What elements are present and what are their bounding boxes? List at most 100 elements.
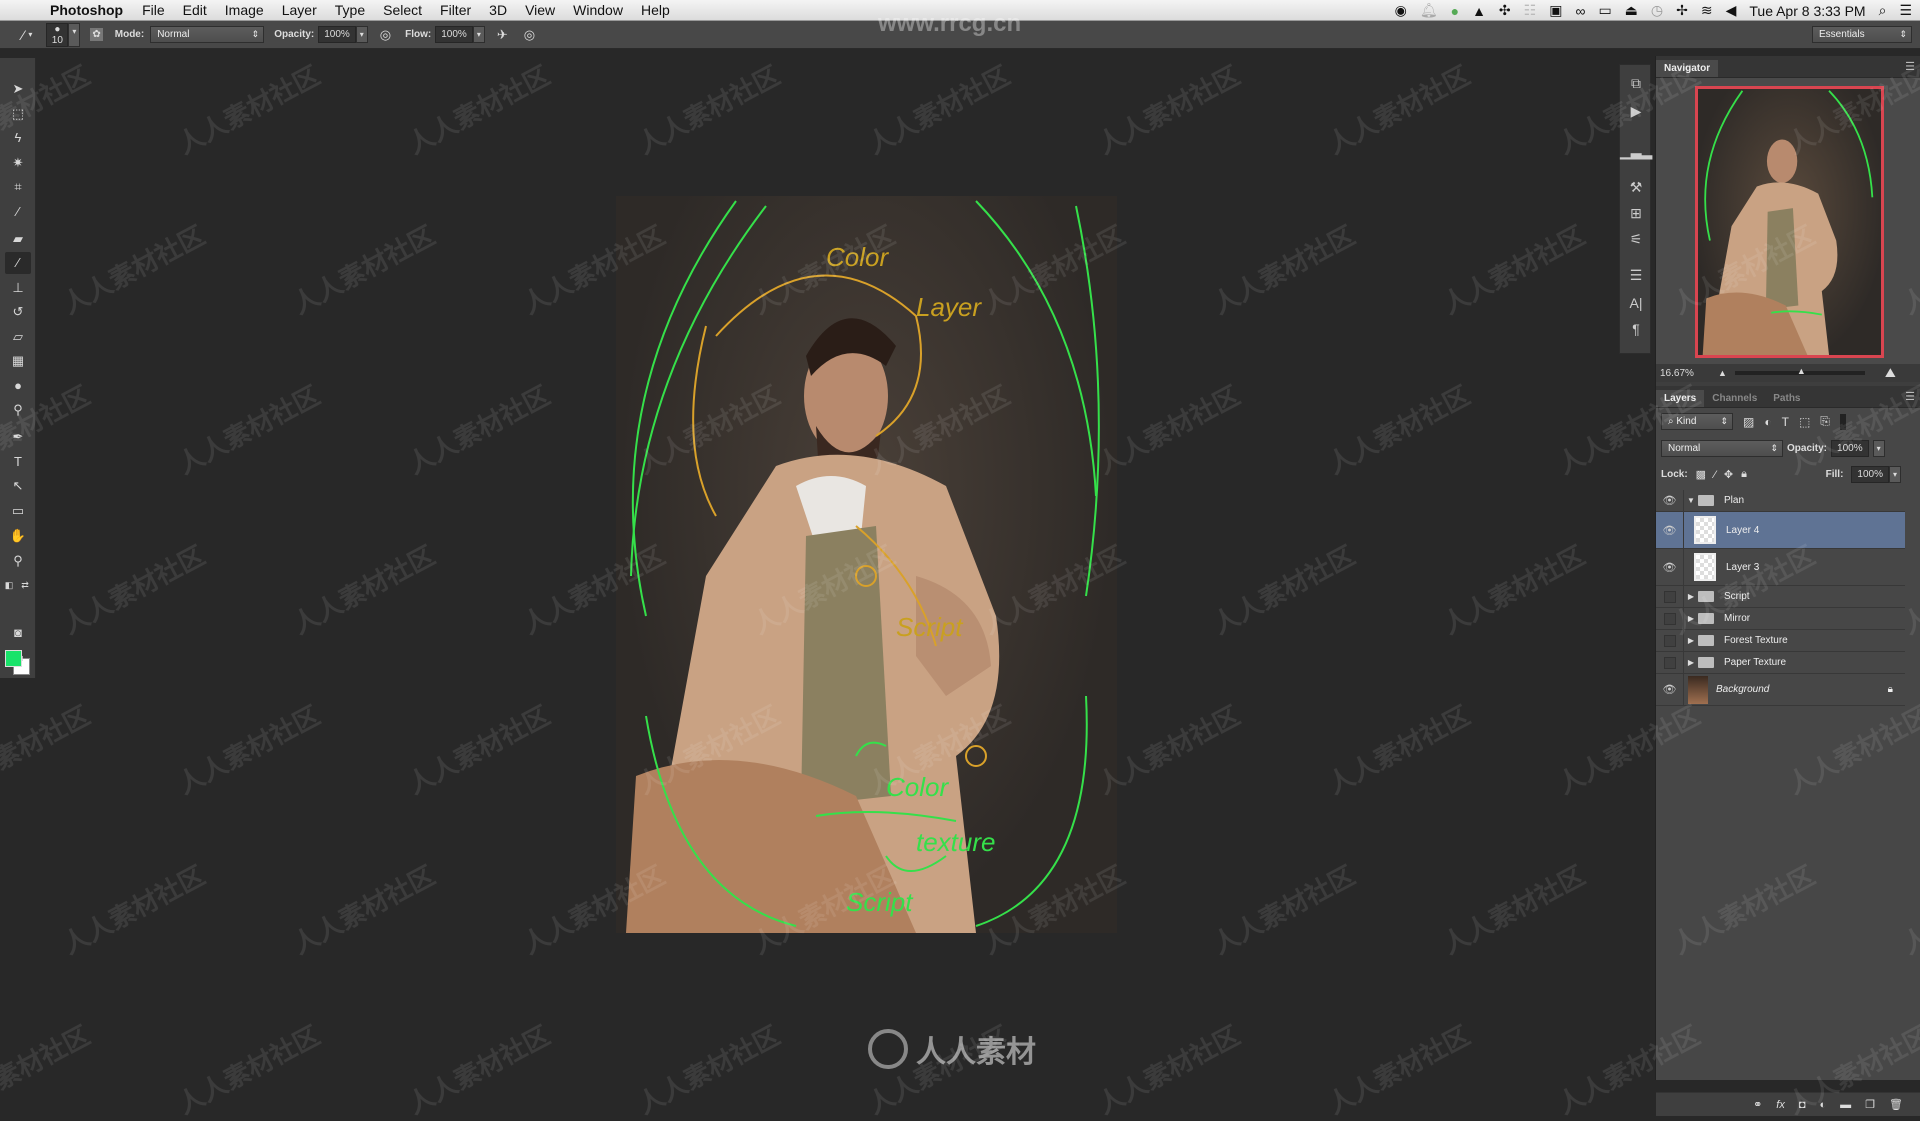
document-canvas[interactable]: Color Layer Script Color texture Script — [616, 196, 1117, 933]
panel-menu-icon[interactable]: ☰ — [1905, 60, 1915, 73]
layers-panel-menu-icon[interactable]: ☰ — [1905, 390, 1915, 403]
magic-wand-tool-icon[interactable]: ✷ — [5, 152, 31, 174]
swap-colors-icon[interactable]: ⇄ — [18, 574, 32, 596]
clone-source-icon[interactable]: ⊞ — [1620, 205, 1652, 222]
character-panel-icon[interactable]: A| — [1620, 295, 1652, 311]
shape-tool-icon[interactable]: ▭ — [5, 500, 31, 522]
flow-input[interactable]: 100% — [435, 26, 473, 43]
blur-tool-icon[interactable]: ● — [5, 375, 31, 397]
creative-cloud-icon[interactable]: ∞ — [1575, 3, 1585, 19]
brush-tool-icon[interactable]: ⁄ — [5, 252, 31, 274]
layer-filter-select[interactable]: ⌕ Kind — [1661, 413, 1733, 430]
brush-size-picker[interactable]: ● 10 — [46, 22, 69, 47]
wifi-icon[interactable]: ≋ — [1701, 2, 1713, 19]
flow-dropdown[interactable]: ▾ — [472, 26, 485, 43]
crop-tool-icon[interactable]: ⌗ — [5, 176, 31, 198]
menu-type[interactable]: Type — [326, 2, 374, 18]
clock[interactable]: Tue Apr 8 3:33 PM — [1749, 3, 1865, 19]
lock-transparency-icon[interactable]: ▩ — [1696, 468, 1706, 481]
gradient-tool-icon[interactable]: ▦ — [5, 350, 31, 372]
character-styles-icon[interactable]: ☰ — [1620, 267, 1652, 284]
tab-channels[interactable]: Channels — [1704, 390, 1765, 407]
lasso-tool-icon[interactable]: ϟ — [5, 127, 31, 149]
eyedropper-tool-icon[interactable]: ⁄ — [5, 201, 31, 223]
tool-presets-icon[interactable]: ⚟ — [1620, 231, 1652, 248]
tab-navigator[interactable]: Navigator — [1656, 60, 1719, 77]
link-layers-icon[interactable]: ⚭ — [1753, 1098, 1762, 1111]
paragraph-panel-icon[interactable]: ¶ — [1620, 321, 1652, 337]
menu-3d[interactable]: 3D — [480, 2, 516, 18]
lock-position-icon[interactable]: ✥ — [1724, 468, 1733, 481]
navigator-zoom-value[interactable]: 16.67% — [1660, 368, 1710, 379]
expand-triangle-icon[interactable]: ▶ — [1684, 658, 1698, 667]
airbrush-icon[interactable]: ✈ — [497, 27, 508, 43]
opacity-input[interactable]: 100% — [318, 26, 356, 43]
visibility-toggle[interactable] — [1656, 630, 1684, 651]
default-colors-icon[interactable]: ◧ — [2, 574, 16, 596]
tool-preset-dropdown[interactable]: ▾ — [28, 30, 32, 39]
visibility-eye-icon[interactable]: 👁︎ — [1656, 674, 1684, 705]
pen-tool-icon[interactable]: ✒ — [5, 426, 31, 448]
filter-shape-icon[interactable]: ⬚ — [1799, 415, 1810, 429]
layer-row-mirror[interactable]: ▶ Mirror — [1656, 608, 1905, 630]
window-icon[interactable]: ▣ — [1549, 2, 1562, 19]
opacity-dropdown[interactable]: ▾ — [355, 26, 368, 43]
path-selection-tool-icon[interactable]: ↖ — [5, 475, 31, 497]
layer-row-paper-texture[interactable]: ▶ Paper Texture — [1656, 652, 1905, 674]
visibility-toggle[interactable] — [1656, 586, 1684, 607]
layer-opacity-dropdown[interactable]: ▾ — [1872, 440, 1885, 457]
delete-layer-icon[interactable]: 🗑︎ — [1889, 1098, 1903, 1111]
notification-center-icon[interactable]: ☰ — [1899, 2, 1912, 19]
layer-row-background[interactable]: 👁︎ Background 🔒︎ — [1656, 674, 1905, 706]
zoom-slider-thumb[interactable]: ▲ — [1797, 366, 1806, 376]
history-brush-tool-icon[interactable]: ↺ — [5, 301, 31, 323]
marquee-tool-icon[interactable]: ⬚ — [5, 103, 31, 125]
expand-triangle-icon[interactable]: ▶ — [1684, 636, 1698, 645]
layer-row-plan[interactable]: 👁︎ ▼ Plan — [1656, 490, 1905, 512]
filter-adjustment-icon[interactable]: ◐ — [1764, 415, 1771, 429]
pressure-opacity-icon[interactable]: ◎ — [380, 27, 391, 43]
quick-mask-icon[interactable]: ◙ — [5, 622, 31, 644]
menu-select[interactable]: Select — [374, 2, 431, 18]
grid-icon[interactable]: ☷ — [1524, 2, 1537, 19]
dropbox-icon[interactable]: ✣ — [1499, 2, 1511, 19]
eraser-tool-icon[interactable]: ▱ — [5, 326, 31, 348]
expand-triangle-icon[interactable]: ▶ — [1684, 592, 1698, 601]
layer-row-forest-texture[interactable]: ▶ Forest Texture — [1656, 630, 1905, 652]
visibility-eye-icon[interactable]: 👁︎ — [1656, 512, 1684, 548]
bluetooth-icon[interactable]: ✢ — [1676, 2, 1688, 19]
lock-all-icon[interactable]: 🔒︎ — [1741, 468, 1747, 481]
eject-icon[interactable]: ⏏ — [1625, 2, 1638, 19]
menu-view[interactable]: View — [516, 2, 564, 18]
lock-image-icon[interactable]: ⁄ — [1714, 469, 1716, 481]
fill-input[interactable]: 100% — [1851, 466, 1889, 483]
filter-smart-object-icon[interactable]: ⎘ — [1820, 414, 1830, 429]
brush-panel-icon[interactable]: ✿ — [90, 28, 103, 41]
histogram-panel-icon[interactable]: ▁▃▂ — [1620, 143, 1652, 160]
navigator-preview[interactable] — [1695, 86, 1884, 358]
zoom-in-icon[interactable]: ⛰ — [1885, 365, 1896, 381]
clone-stamp-tool-icon[interactable]: ⊥ — [5, 277, 31, 299]
visibility-eye-icon[interactable]: 👁︎ — [1656, 490, 1684, 511]
brush-picker-dropdown[interactable]: ▾ — [68, 22, 81, 47]
filter-toggle[interactable] — [1839, 413, 1846, 430]
type-tool-icon[interactable]: T — [5, 451, 31, 473]
tab-paths[interactable]: Paths — [1765, 390, 1808, 407]
evernote-icon[interactable]: ● — [1451, 3, 1459, 19]
zoom-tool-icon[interactable]: ⚲ — [5, 550, 31, 572]
pressure-size-icon[interactable]: ◎ — [524, 27, 535, 43]
layer-style-fx-icon[interactable]: fx — [1776, 1099, 1785, 1111]
zoom-out-icon[interactable]: ▲ — [1718, 368, 1727, 378]
dodge-tool-icon[interactable]: ⚲ — [5, 399, 31, 421]
workspace-select[interactable]: Essentials — [1812, 26, 1912, 43]
actions-panel-icon[interactable]: ▶ — [1620, 103, 1652, 120]
add-mask-icon[interactable]: ◘ — [1799, 1099, 1806, 1111]
foreground-color-swatch[interactable] — [5, 650, 22, 667]
new-group-icon[interactable]: ▬ — [1840, 1099, 1851, 1111]
drive-icon[interactable]: ▲ — [1472, 3, 1486, 19]
volume-icon[interactable]: ◀ — [1726, 2, 1737, 19]
layer-row-layer-4[interactable]: 👁︎ Layer 4 — [1656, 512, 1905, 549]
layer-row-script[interactable]: ▶ Script — [1656, 586, 1905, 608]
menu-layer[interactable]: Layer — [273, 2, 326, 18]
menu-window[interactable]: Window — [564, 2, 632, 18]
